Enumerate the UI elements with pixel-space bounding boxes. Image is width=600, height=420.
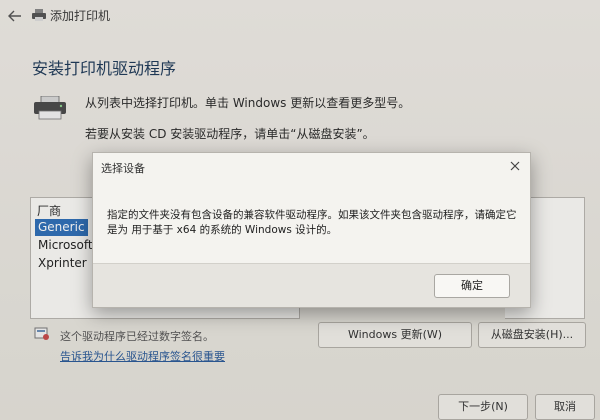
- ok-button[interactable]: 确定: [434, 274, 510, 298]
- dialog-footer: 确定: [93, 263, 530, 307]
- close-icon[interactable]: [506, 157, 524, 175]
- dialog-title: 选择设备: [101, 162, 145, 175]
- dialog-message: 指定的文件夹没有包含设备的兼容软件驱动程序。如果该文件夹包含驱动程序，请确定它是…: [107, 209, 517, 236]
- add-printer-wizard: 添加打印机 安装打印机驱动程序 从列表中选择打印机。单击 Windows 更新以…: [0, 0, 600, 420]
- select-device-dialog: 选择设备 指定的文件夹没有包含设备的兼容软件驱动程序。如果该文件夹包含驱动程序，…: [92, 152, 531, 308]
